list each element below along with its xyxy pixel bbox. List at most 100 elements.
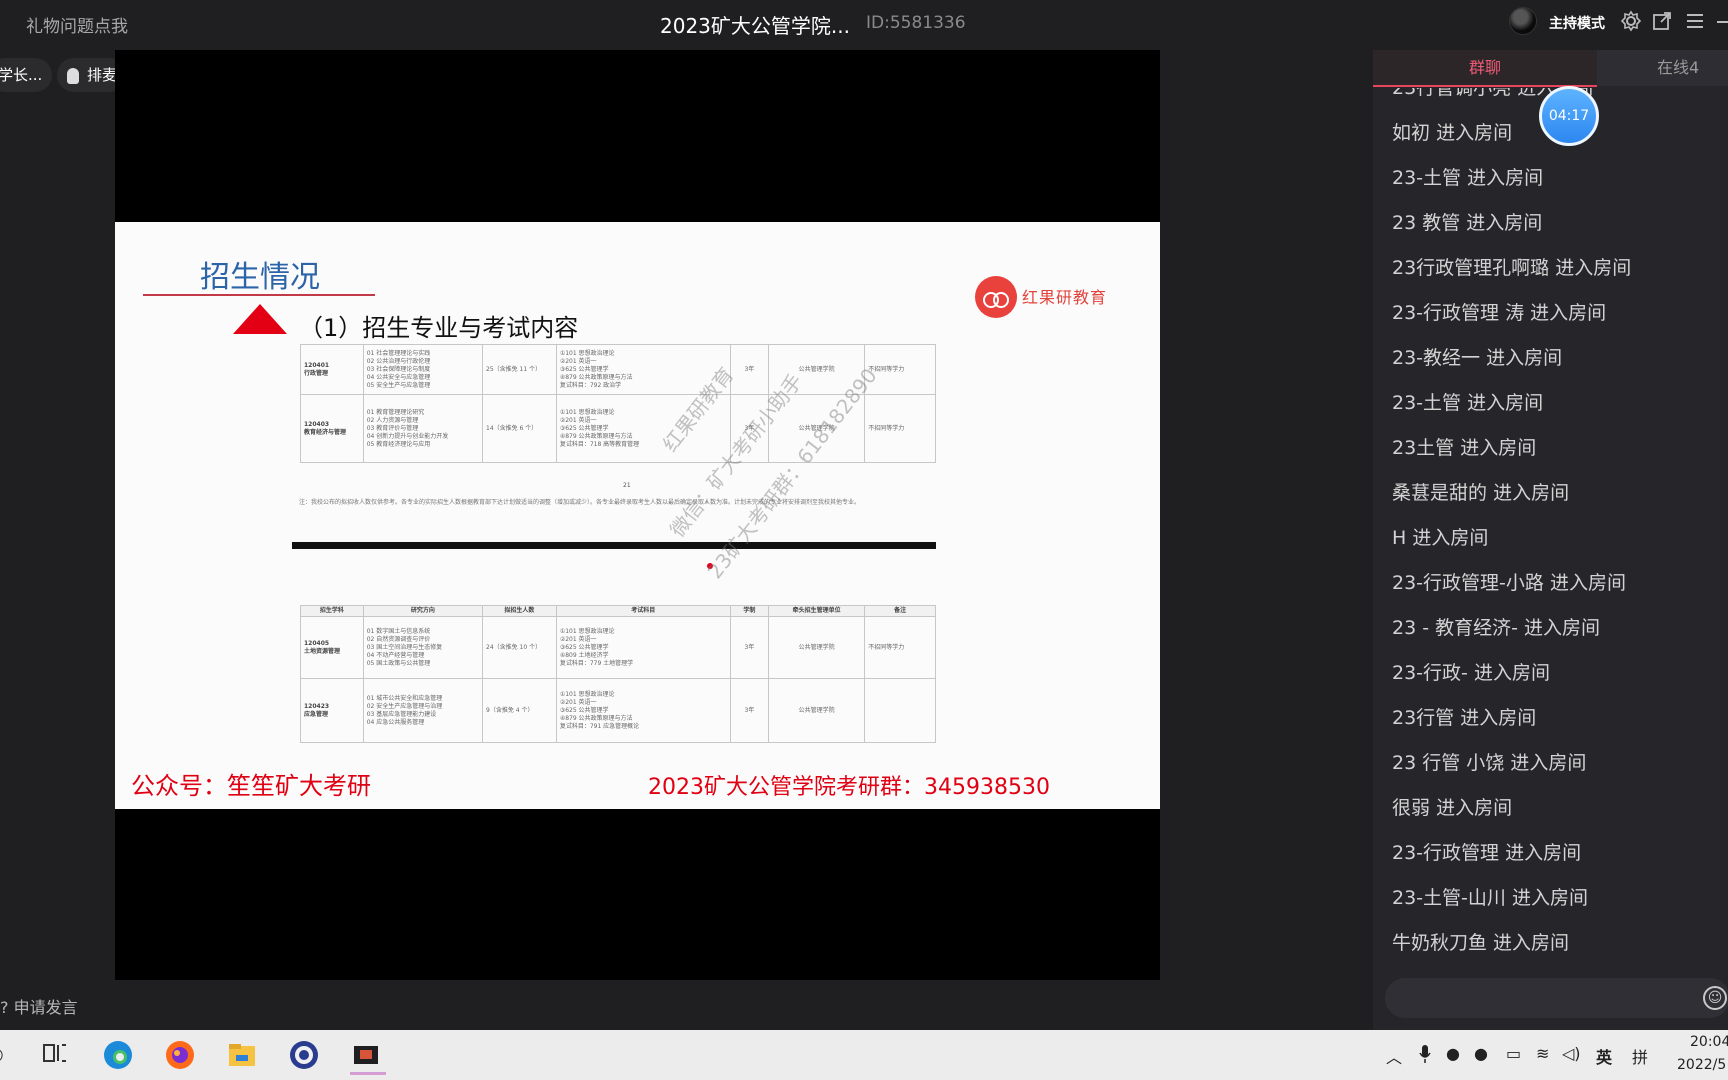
chat-username[interactable]: 23-土管-山川	[1392, 887, 1506, 909]
table-row: 120405 土地资源管理 01 数字国土与信息系统 02 自然资源调查与评价 0…	[300, 616, 936, 679]
slide-footer-left: 公众号：笙笙矿大考研	[131, 772, 371, 800]
clock-date[interactable]: 2022/5	[1677, 1057, 1726, 1073]
task-view-icon[interactable]	[40, 1039, 72, 1071]
chat-username[interactable]: 桑葚是甜的	[1392, 482, 1487, 504]
chat-message: 23行政管理孔啊璐 进入房间	[1392, 253, 1631, 280]
qq-icon[interactable]: ●	[1446, 1044, 1460, 1063]
tab-group-chat[interactable]: 群聊	[1373, 50, 1597, 86]
top-bar: 礼物问题点我 2023矿大公管学院... ID:5581336 主持模式	[0, 0, 1728, 46]
countdown-timer[interactable]: 04:17	[1539, 86, 1599, 146]
chat-username[interactable]: 23-行政管理	[1392, 842, 1499, 864]
chat-action-text: 进入房间	[1511, 887, 1588, 909]
duration: 3年	[729, 616, 770, 679]
research-directions: 01 社会管理理论与实践 02 公共治理与行政伦理 03 社会保障理论与制度 0…	[362, 344, 484, 395]
major-name: 应急管理	[304, 710, 329, 718]
chat-username[interactable]: 23-行政管理-小路	[1392, 572, 1544, 594]
chat-username[interactable]: 23-土管	[1392, 167, 1461, 189]
gift-help-link[interactable]: 礼物问题点我	[26, 12, 128, 37]
chat-message: 23 - 教育经济- 进入房间	[1392, 613, 1600, 640]
search-icon[interactable]: ○	[0, 1044, 20, 1076]
windows-taskbar: ○ ︿ ● ● ▭ ≋ ◁) 英 拼 20:04 2022/5	[0, 1030, 1728, 1080]
microphone-icon	[67, 67, 79, 84]
chat-username[interactable]: 如初	[1392, 122, 1430, 144]
exam-subjects: ①101 思想政治理论 ②201 英语一 ③625 公共管理学 ④879 公共政…	[555, 678, 731, 743]
minimize-icon[interactable]	[1712, 10, 1728, 32]
duration: 3年	[729, 678, 770, 743]
chat-username[interactable]: 牛奶秋刀鱼	[1392, 932, 1493, 954]
chat-username[interactable]: 23 行管 小饶	[1392, 752, 1504, 774]
column-header: 研究方向	[362, 605, 484, 617]
host-avatar[interactable]	[1509, 7, 1537, 35]
volume-icon[interactable]: ◁)	[1562, 1044, 1581, 1063]
slide-title: 招生情况	[200, 260, 320, 295]
chat-action-text: 进入房间	[1436, 122, 1513, 144]
chat-username[interactable]: 23土管	[1392, 437, 1454, 459]
major-name: 土地资源管理	[304, 647, 341, 655]
major-code: 120401	[304, 361, 330, 369]
chat-message: 23-行政管理-小路 进入房间	[1392, 568, 1626, 595]
chat-username[interactable]: 23-教经一	[1392, 347, 1480, 369]
firefox-icon[interactable]	[164, 1039, 196, 1071]
ime-language-toggle[interactable]: 英	[1596, 1044, 1612, 1068]
ime-mode-toggle[interactable]: 拼	[1632, 1044, 1648, 1068]
major-name: 教育经济与管理	[304, 428, 347, 436]
remark: 不招同等学力	[864, 394, 936, 463]
quota: 25（含推免 11 个）	[482, 344, 557, 395]
chat-message: 23 行管 小饶 进入房间	[1392, 748, 1586, 775]
research-directions: 01 数字国土与信息系统 02 自然资源调查与评价 03 国土空间治理与生态修复…	[362, 616, 484, 679]
popout-icon[interactable]	[1651, 10, 1673, 32]
red-triangle-icon	[233, 304, 287, 334]
column-header: 牵头招生管理单位	[768, 605, 866, 617]
quota: 24（含推免 10 个）	[482, 616, 557, 679]
presentation-slide: 招生情况 （1）招生专业与考试内容 红果研教育 120401 行政管理 01 社会…	[115, 222, 1160, 809]
chat-username[interactable]: 23行管调小亮	[1392, 88, 1511, 99]
battery-icon[interactable]: ▭	[1506, 1044, 1521, 1063]
chat-username[interactable]: 23 - 教育经济-	[1392, 617, 1518, 639]
chat-username[interactable]: H	[1392, 527, 1406, 549]
chat-message: 23-行政管理 进入房间	[1392, 838, 1581, 865]
chat-username[interactable]: 23-行政-	[1392, 662, 1468, 684]
admin-unit: 公共管理学院	[768, 616, 866, 679]
chat-action-text: 进入房间	[1436, 797, 1513, 819]
exam-subjects: ①101 思想政治理论 ②201 英语一 ③625 公共管理学 ④809 土地经…	[555, 616, 731, 679]
column-header: 招生学科	[300, 605, 364, 617]
chat-username[interactable]: 23-行政管理 涛	[1392, 302, 1524, 324]
chat-action-text: 进入房间	[1493, 482, 1570, 504]
queue-mic-label: 排麦	[87, 66, 118, 84]
microphone-tray-icon[interactable]	[1418, 1044, 1432, 1068]
chat-message: 23-行政- 进入房间	[1392, 658, 1550, 685]
emoji-icon[interactable]: ☺	[1703, 986, 1727, 1010]
file-explorer-icon[interactable]	[226, 1039, 258, 1071]
chat-action-text: 进入房间	[1412, 527, 1489, 549]
menu-icon[interactable]	[1684, 10, 1706, 32]
quota: 14（含推免 6 个）	[482, 394, 557, 463]
major-code: 120423	[304, 702, 330, 710]
chat-username[interactable]: 23行管	[1392, 707, 1454, 729]
admissions-table-bottom: 招生学科 研究方向 拟招生人数 考试科目 学制 牵头招生管理单位 备注 1204…	[300, 605, 936, 743]
chat-username[interactable]: 23行政管理孔啊璐	[1392, 257, 1549, 279]
class-app-icon[interactable]	[350, 1039, 386, 1075]
settings-icon[interactable]	[1620, 10, 1642, 32]
major-code: 120403	[304, 420, 330, 428]
chat-message: 桑葚是甜的 进入房间	[1392, 478, 1569, 505]
chat-username[interactable]: 23 教管	[1392, 212, 1460, 234]
clock-time[interactable]: 20:04	[1690, 1034, 1728, 1050]
chat-message-list[interactable]: 23行管调小亮 进入房间如初 进入房间23-土管 进入房间23 教管 进入房间2…	[1373, 88, 1728, 1008]
raise-hand-button[interactable]: ? 申请发言	[0, 994, 78, 1018]
tab-online-users[interactable]: 在线4	[1597, 50, 1728, 86]
research-directions: 01 城市公共安全和应急管理 02 安全生产应急管理与治理 03 基层应急管理能…	[362, 678, 484, 743]
chat-username[interactable]: 很弱	[1392, 797, 1430, 819]
chat-input[interactable]	[1385, 978, 1728, 1018]
chat-username[interactable]: 23-土管	[1392, 392, 1461, 414]
table-row: 120423 应急管理 01 城市公共安全和应急管理 02 安全生产应急管理与治理…	[300, 678, 936, 743]
wifi-icon[interactable]: ≋	[1536, 1044, 1549, 1063]
host-mode-button[interactable]: 主持模式	[1549, 13, 1605, 33]
edge-browser-icon[interactable]	[102, 1039, 134, 1071]
chat-message: 23-土管 进入房间	[1392, 388, 1543, 415]
user-pill[interactable]: 学长...	[0, 58, 53, 92]
slide-footer-right: 2023矿大公管学院考研群：345938530	[648, 775, 1050, 800]
chevron-up-icon[interactable]: ︿	[1386, 1044, 1402, 1068]
university-app-icon[interactable]	[288, 1039, 320, 1071]
video-stage[interactable]: 招生情况 （1）招生专业与考试内容 红果研教育 120401 行政管理 01 社会…	[115, 50, 1160, 980]
qq-icon[interactable]: ●	[1474, 1044, 1488, 1063]
